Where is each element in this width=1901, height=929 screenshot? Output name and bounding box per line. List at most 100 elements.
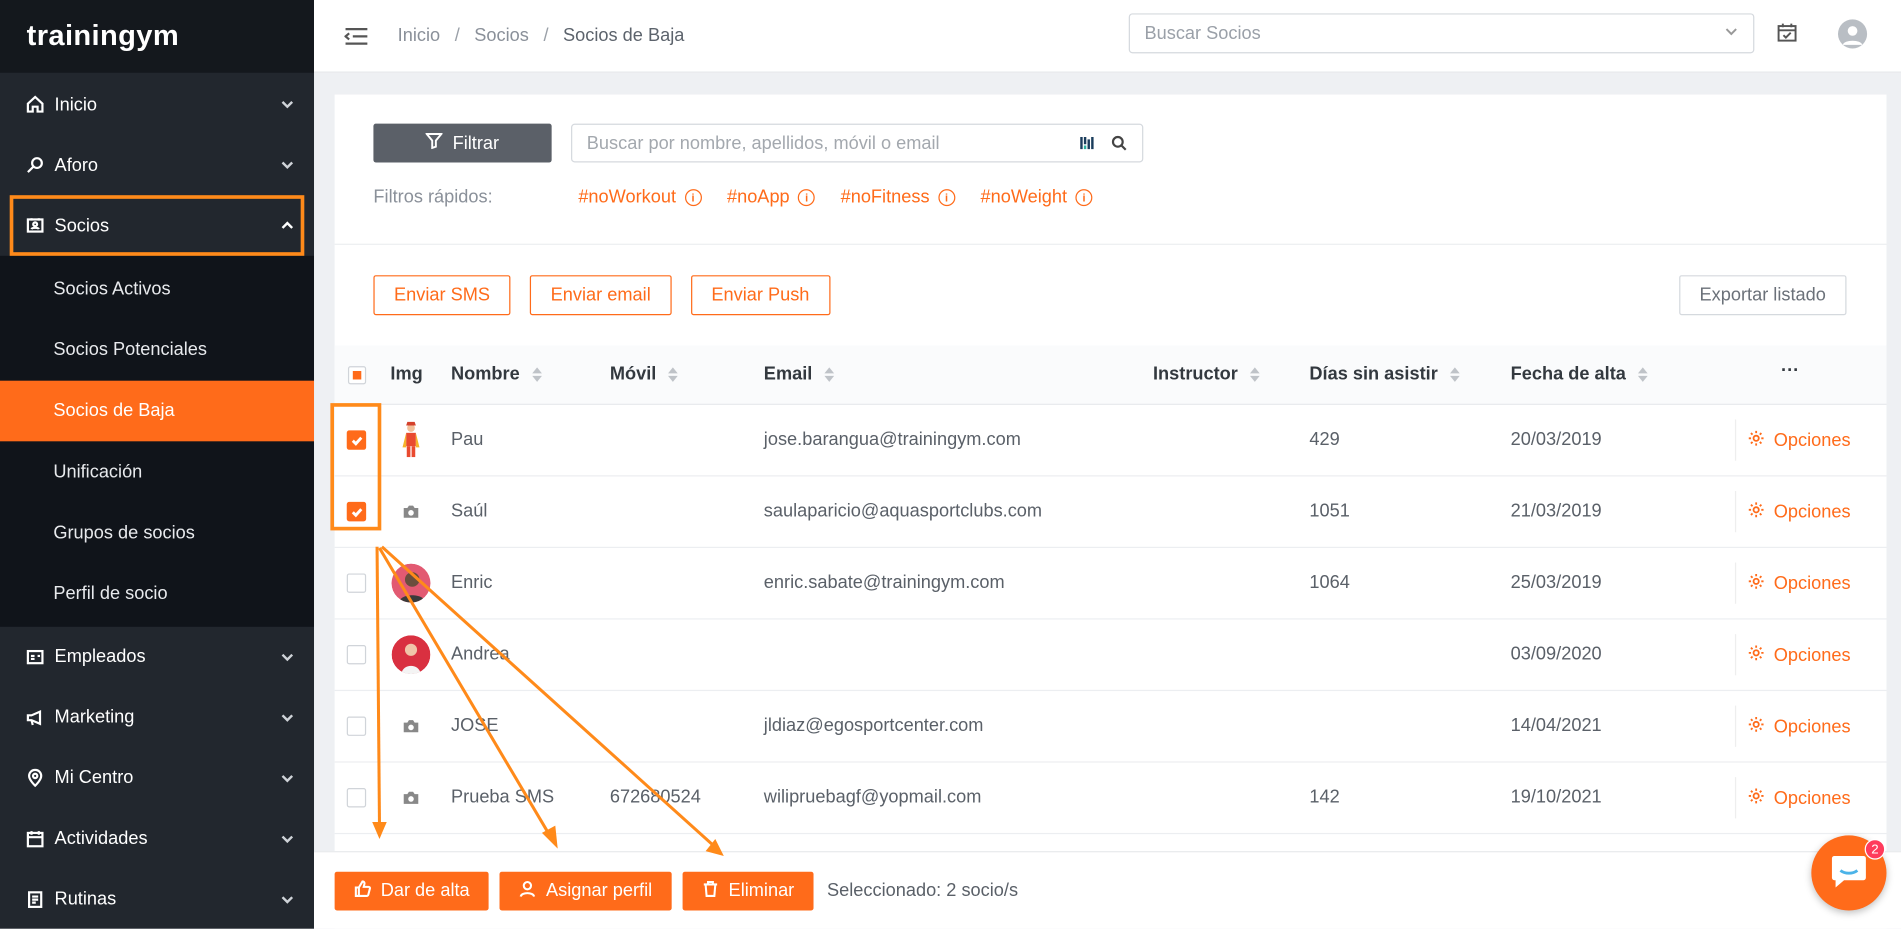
column-fecha-de-alta[interactable]: Fecha de alta <box>1511 364 1648 384</box>
table-row[interactable]: Andrea 03/09/2020 Opciones <box>334 620 1887 692</box>
send-email-button[interactable]: Enviar email <box>530 275 672 316</box>
bulk-actions-bar: Dar de alta Asignar perfil Eliminar Sele… <box>314 851 1901 929</box>
row-checkbox[interactable] <box>346 430 367 450</box>
sidebar-item-inicio[interactable]: Inicio <box>0 74 314 135</box>
quick-filter-noworkout[interactable]: #noWorkout i <box>578 186 702 208</box>
row-options-label: Opciones <box>1773 644 1851 666</box>
cell-email: wilipruebagf@yopmail.com <box>763 786 982 808</box>
filter-row: Filtrar Buscar por nombre, apellidos, mó… <box>373 123 1144 163</box>
search-socios-placeholder: Buscar Socios <box>1144 23 1261 44</box>
table-row[interactable]: JOSE jldiaz@egosportcenter.com 14/04/202… <box>334 691 1887 763</box>
info-icon[interactable]: i <box>798 188 816 206</box>
chat-bubble-icon <box>1830 852 1869 894</box>
menu-toggle-icon[interactable] <box>344 26 368 45</box>
sidebar-item-label: Aforo <box>54 154 99 176</box>
barcode-icon[interactable] <box>1079 135 1096 152</box>
sidebar-item-marketing[interactable]: Marketing <box>0 687 314 748</box>
quick-filters: Filtros rápidos: #noWorkout i #noApp i #no… <box>373 186 1118 208</box>
column-instructor[interactable]: Instructor <box>1153 364 1260 384</box>
table-row[interactable]: Saúl saulaparicio@aquasportclubs.com 105… <box>334 476 1887 549</box>
submenu-unificacion[interactable]: Unificación <box>0 441 314 502</box>
submenu-grupos-de-socios[interactable]: Grupos de socios <box>0 502 314 563</box>
submenu-socios-de-baja[interactable]: Socios de Baja <box>0 380 315 442</box>
quick-filter-label: #noWorkout <box>578 186 677 208</box>
sidebar-item-actividades[interactable]: Actividades <box>0 808 314 869</box>
search-icon[interactable] <box>1111 135 1128 152</box>
sidebar-item-label: Empleados <box>54 646 146 668</box>
export-list-button[interactable]: Exportar listado <box>1678 275 1847 316</box>
quick-filter-noweight[interactable]: #noWeight i <box>980 187 1093 207</box>
sidebar-item-empleados[interactable]: Empleados <box>0 627 314 688</box>
send-sms-button[interactable]: Enviar SMS <box>373 275 511 316</box>
sort-icon[interactable] <box>1638 366 1648 382</box>
sidebar: trainingym Inicio Aforo Socios Socios Ac… <box>0 0 315 929</box>
app-logo[interactable]: trainingym <box>0 0 315 73</box>
quick-filter-nofitness[interactable]: #noFitness i <box>840 186 956 208</box>
info-icon[interactable]: i <box>1075 188 1093 206</box>
sidebar-item-rutinas[interactable]: Rutinas <box>0 869 314 929</box>
info-icon[interactable]: i <box>938 188 956 206</box>
delete-button[interactable]: Eliminar <box>682 871 814 910</box>
submenu-perfil-de-socio[interactable]: Perfil de socio <box>0 563 314 624</box>
sidebar-item-aforo[interactable]: Aforo <box>0 135 314 196</box>
member-search-input[interactable]: Buscar por nombre, apellidos, móvil o em… <box>571 123 1144 163</box>
row-options-button[interactable]: Opciones <box>1734 777 1851 819</box>
column-nombre[interactable]: Nombre <box>451 364 542 384</box>
table-row[interactable]: Pau jose.barangua@trainingym.com 429 20/… <box>334 405 1887 477</box>
column-dias-sin-asistir[interactable]: Días sin asistir <box>1309 363 1460 385</box>
column-more-options[interactable]: ··· <box>1781 360 1799 381</box>
row-checkbox[interactable] <box>346 788 367 808</box>
main-card: Filtrar Buscar por nombre, apellidos, mó… <box>334 94 1887 929</box>
quick-filter-noapp[interactable]: #noApp i <box>727 187 816 207</box>
search-socios-select[interactable]: Buscar Socios <box>1128 13 1755 54</box>
breadcrumb-inicio[interactable]: Inicio <box>398 25 440 46</box>
row-options-button[interactable]: Opciones <box>1734 705 1851 747</box>
cell-nombre: Pau <box>451 429 484 450</box>
row-checkbox[interactable] <box>346 501 367 522</box>
column-label: Días sin asistir <box>1309 363 1438 385</box>
select-all-checkbox[interactable] <box>347 366 367 385</box>
sidebar-item-socios[interactable]: Socios <box>9 195 305 256</box>
info-icon[interactable]: i <box>684 188 702 206</box>
column-label: Móvil <box>609 363 657 385</box>
breadcrumb-current: Socios de Baja <box>563 25 685 47</box>
send-push-button[interactable]: Enviar Push <box>690 275 831 316</box>
submenu-socios-activos[interactable]: Socios Activos <box>0 258 314 319</box>
trash-icon <box>702 880 719 902</box>
sort-icon[interactable] <box>668 366 679 382</box>
sidebar-item-label: Actividades <box>54 828 148 850</box>
row-checkbox[interactable] <box>346 573 367 593</box>
table-row[interactable]: Enric enric.sabate@trainingym.com 1064 2… <box>334 548 1887 620</box>
chevron-down-icon <box>280 97 295 112</box>
cell-email: enric.sabate@trainingym.com <box>763 572 1005 593</box>
row-options-button[interactable]: Opciones <box>1734 562 1851 604</box>
row-checkbox[interactable] <box>346 644 367 665</box>
cell-dias: 429 <box>1309 429 1340 450</box>
sort-icon[interactable] <box>531 366 542 382</box>
sort-icon[interactable] <box>1449 366 1460 382</box>
filter-button[interactable]: Filtrar <box>373 123 552 163</box>
sidebar-item-mi-centro[interactable]: Mi Centro <box>0 748 314 809</box>
sort-icon[interactable] <box>1250 366 1260 382</box>
sidebar-item-label: Mi Centro <box>54 767 134 789</box>
assign-profile-button[interactable]: Asignar perfil <box>499 871 672 910</box>
table-row[interactable]: Prueba SMS 672680524 wilipruebagf@yopmai… <box>334 763 1887 835</box>
column-movil[interactable]: Móvil <box>609 363 679 385</box>
reactivate-button[interactable]: Dar de alta <box>334 871 490 910</box>
row-options-button[interactable]: Opciones <box>1734 634 1851 676</box>
sort-icon[interactable] <box>824 366 835 382</box>
user-avatar[interactable] <box>1837 19 1868 49</box>
submenu-socios-potenciales[interactable]: Socios Potenciales <box>0 319 314 380</box>
row-options-label: Opciones <box>1773 715 1851 737</box>
cell-nombre: Prueba SMS <box>451 786 555 808</box>
row-checkbox[interactable] <box>346 716 367 736</box>
column-label: Email <box>763 363 813 385</box>
quick-filter-label: #noFitness <box>840 186 930 208</box>
calendar-check-icon[interactable] <box>1776 22 1798 44</box>
row-options-button[interactable]: Opciones <box>1734 491 1851 533</box>
row-options-button[interactable]: Opciones <box>1734 419 1851 461</box>
breadcrumb-socios[interactable]: Socios <box>474 25 529 46</box>
column-email[interactable]: Email <box>763 363 835 385</box>
contact-card-icon <box>24 215 46 237</box>
table-header: Img Nombre Móvil Email Instructor Días s… <box>334 345 1887 405</box>
